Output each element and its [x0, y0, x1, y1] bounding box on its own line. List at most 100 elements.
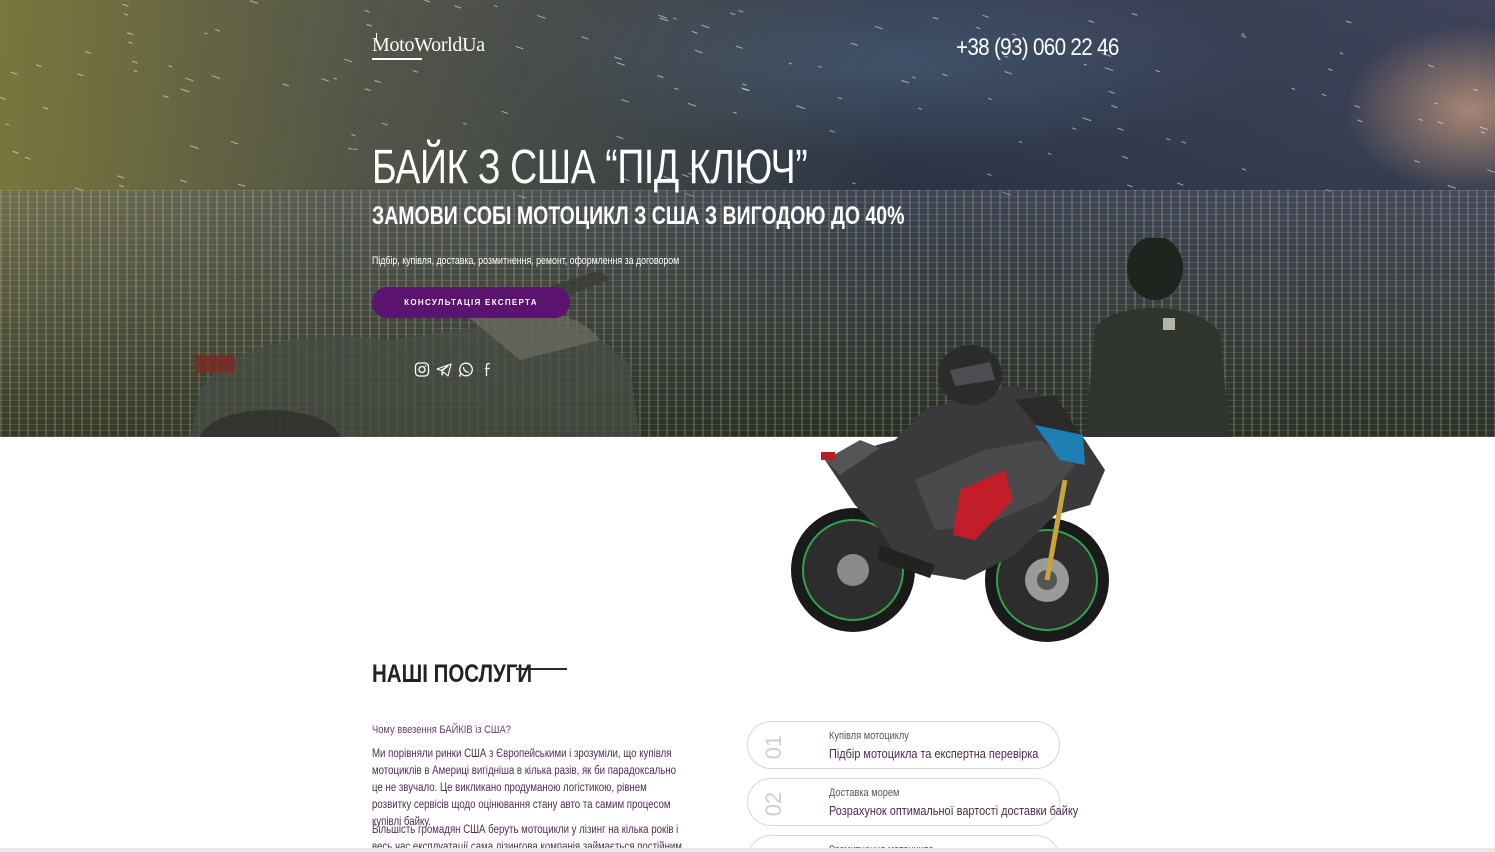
star-streak [364, 9, 370, 13]
star-streak [24, 156, 31, 160]
star-streak [462, 122, 467, 125]
whatsapp-icon[interactable] [458, 361, 474, 378]
star-streak [230, 140, 239, 145]
star-streak [687, 102, 697, 107]
services-title-underline [516, 668, 567, 670]
instagram-icon[interactable] [414, 361, 430, 378]
consultation-button[interactable]: консультація експерта [372, 287, 570, 318]
star-streak [122, 3, 129, 7]
star-streak [43, 106, 49, 110]
star-streak [1166, 138, 1171, 141]
star-streak [364, 88, 371, 92]
star-streak [875, 25, 883, 30]
star-streak [211, 75, 221, 80]
star-streak [412, 70, 418, 73]
star-streak [1241, 35, 1247, 38]
star-streak [1339, 52, 1344, 55]
star-streak [1356, 119, 1363, 123]
star-streak [901, 79, 910, 84]
star-streak [321, 78, 329, 82]
logo-underline [372, 58, 422, 60]
star-streak [537, 14, 546, 19]
star-streak [621, 99, 629, 103]
service-card[interactable]: 02 Доставка морем Розрахунок оптимальної… [747, 778, 1078, 826]
why-usa-question: Чому ввезення БАЙКІВ із США? [372, 724, 511, 736]
star-streak [1487, 169, 1495, 173]
star-streak [616, 135, 624, 140]
star-streak [656, 74, 664, 79]
star-streak [162, 95, 169, 98]
hero-section: MotoWorldUa +38 (93) 060 22 46 БАЙК З СШ… [0, 0, 1495, 437]
star-streak [1437, 121, 1443, 125]
star-streak [424, 0, 431, 3]
star-streak [1126, 184, 1133, 188]
star-streak [918, 107, 922, 110]
star-streak [1480, 131, 1485, 134]
site-logo[interactable]: MotoWorldUa [372, 34, 485, 57]
star-streak [77, 73, 84, 77]
star-streak [942, 73, 948, 77]
star-streak [204, 32, 208, 35]
star-streak [1327, 68, 1333, 71]
star-streak [616, 62, 625, 66]
star-streak [1004, 70, 1013, 75]
star-streak [581, 36, 589, 40]
star-streak [180, 88, 190, 93]
star-streak [741, 83, 747, 86]
star-streak [366, 23, 372, 27]
star-streak [344, 58, 353, 63]
star-streak [1418, 118, 1423, 121]
star-streak [701, 24, 710, 29]
header-phone-link[interactable]: +38 (93) 060 22 46 [956, 34, 1119, 62]
telegram-icon[interactable] [436, 361, 452, 378]
star-streak [673, 87, 679, 90]
star-streak [1447, 184, 1457, 189]
page-bottom-edge [0, 848, 1495, 852]
star-streak [374, 79, 381, 83]
star-streak [249, 0, 259, 4]
star-streak [1354, 105, 1361, 109]
sport-motorcycle-image [791, 345, 1109, 642]
star-streak [982, 14, 990, 18]
star-streak [738, 9, 744, 13]
hero-description: Підбір, купівля, доставка, розмитнення, … [372, 255, 680, 267]
star-streak [128, 41, 133, 44]
star-streak [353, 148, 358, 151]
star-streak [133, 70, 138, 73]
star-streak [1479, 126, 1489, 131]
star-streak [1018, 140, 1023, 143]
star-streak [118, 184, 124, 188]
star-streak [1117, 127, 1124, 131]
star-streak [190, 145, 199, 150]
star-streak [1082, 117, 1092, 122]
social-links [414, 361, 496, 378]
star-streak [454, 5, 462, 9]
star-streak [168, 65, 173, 68]
star-streak [1110, 104, 1118, 109]
star-streak [494, 5, 498, 8]
star-streak [851, 42, 858, 46]
service-card-label: Купівля мотоциклу [829, 730, 909, 742]
star-streak [1241, 33, 1246, 36]
star-streak [673, 17, 677, 20]
service-card-text: Розрахунок оптимальної вартості доставки… [829, 803, 1079, 818]
service-card-number: 02 [761, 791, 786, 817]
star-streak [1083, 63, 1088, 66]
star-streak [1473, 88, 1479, 92]
service-card[interactable]: 01 Купівля мотоциклу Підбір мотоцикла та… [747, 721, 1060, 769]
star-streak [987, 97, 992, 100]
star-streak [742, 88, 750, 92]
star-streak [84, 50, 92, 54]
facebook-icon[interactable] [480, 361, 496, 378]
star-streak [10, 71, 18, 75]
star-streak [1155, 69, 1161, 73]
star-streak [837, 96, 843, 100]
star-streak [1047, 152, 1052, 155]
star-streak [912, 76, 916, 79]
star-streak [1414, 160, 1420, 163]
star-streak [381, 122, 388, 126]
star-streak [1071, 127, 1077, 130]
star-streak [1427, 64, 1434, 68]
star-streak [659, 17, 669, 22]
star-streak [1176, 182, 1184, 186]
